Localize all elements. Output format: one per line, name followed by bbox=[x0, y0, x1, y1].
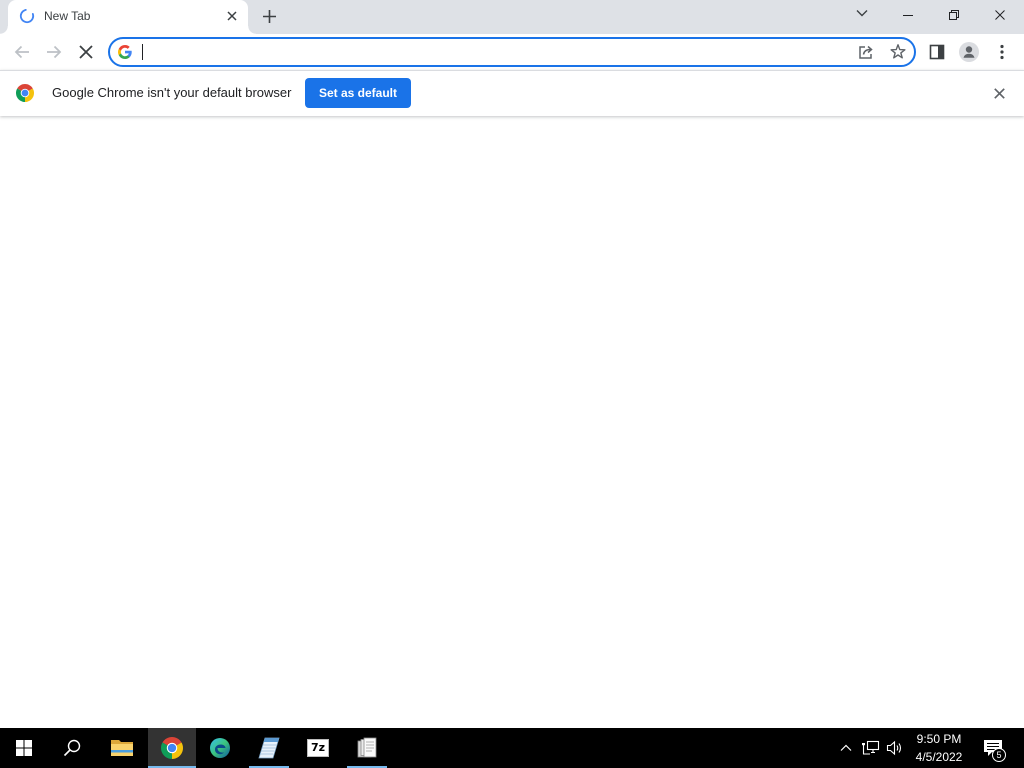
tab-active[interactable]: New Tab bbox=[0, 0, 256, 34]
arrow-right-icon bbox=[46, 44, 62, 60]
notepad-icon bbox=[258, 737, 280, 759]
window-close-button[interactable] bbox=[977, 0, 1023, 29]
arrow-left-icon bbox=[14, 44, 30, 60]
share-button[interactable] bbox=[854, 40, 878, 64]
network-icon bbox=[862, 740, 880, 756]
chevron-up-icon bbox=[840, 744, 852, 752]
side-panel-button[interactable] bbox=[923, 38, 951, 66]
tab-strip: New Tab bbox=[0, 0, 1024, 34]
show-hidden-icons-button[interactable] bbox=[834, 728, 858, 768]
taskbar-app-file-explorer[interactable] bbox=[98, 728, 146, 768]
omnibox[interactable] bbox=[108, 37, 916, 67]
network-button[interactable] bbox=[859, 728, 883, 768]
chevron-down-icon bbox=[856, 9, 868, 17]
infobar-message: Google Chrome isn't your default browser bbox=[52, 85, 292, 100]
default-browser-infobar: Google Chrome isn't your default browser… bbox=[0, 70, 1024, 116]
chrome-icon bbox=[161, 737, 183, 759]
set-as-default-button[interactable]: Set as default bbox=[305, 78, 411, 108]
plus-icon bbox=[262, 9, 276, 23]
new-tab-button[interactable] bbox=[255, 2, 283, 30]
notification-badge: 5 bbox=[992, 748, 1006, 762]
file-explorer-icon bbox=[110, 738, 134, 758]
kebab-menu-icon bbox=[1000, 44, 1004, 60]
search-icon bbox=[63, 739, 81, 757]
loading-spinner-icon bbox=[19, 8, 35, 24]
restore-icon bbox=[949, 9, 959, 20]
clock[interactable]: 9:50 PM 4/5/2022 bbox=[908, 728, 970, 768]
clock-date: 4/5/2022 bbox=[915, 750, 963, 764]
stop-button[interactable] bbox=[72, 38, 100, 66]
tab-title: New Tab bbox=[44, 9, 91, 23]
minimize-icon bbox=[903, 10, 913, 20]
forward-button[interactable] bbox=[40, 38, 68, 66]
share-icon bbox=[858, 44, 874, 60]
close-icon bbox=[227, 11, 237, 21]
clock-time: 9:50 PM bbox=[916, 732, 962, 746]
close-icon bbox=[993, 87, 1005, 99]
tab-search-button[interactable] bbox=[848, 0, 876, 26]
taskbar-app-chrome[interactable] bbox=[148, 728, 196, 768]
text-caret bbox=[142, 44, 143, 60]
taskbar-app-7zip[interactable]: 7z bbox=[294, 728, 342, 768]
address-input[interactable] bbox=[144, 39, 844, 65]
volume-icon bbox=[886, 740, 904, 756]
windows-start-icon bbox=[16, 740, 32, 756]
edge-icon bbox=[209, 737, 231, 759]
volume-button[interactable] bbox=[883, 728, 907, 768]
google-g-icon bbox=[118, 45, 132, 59]
chrome-logo-icon bbox=[16, 84, 34, 102]
taskbar-app-document[interactable] bbox=[343, 728, 391, 768]
star-icon bbox=[890, 44, 906, 60]
7zip-logo-text: 7z bbox=[310, 741, 326, 754]
bookmark-star-button[interactable] bbox=[886, 40, 910, 64]
taskbar-app-edge[interactable] bbox=[196, 728, 244, 768]
taskbar: 7z 9:50 PM 4/5/2022 5 bbox=[0, 728, 1024, 768]
menu-button[interactable] bbox=[988, 38, 1016, 66]
toolbar bbox=[0, 34, 1024, 70]
taskbar-app-notepad[interactable] bbox=[245, 728, 293, 768]
tab-close-button[interactable] bbox=[224, 8, 240, 24]
side-panel-icon bbox=[929, 44, 945, 60]
taskbar-search-button[interactable] bbox=[48, 728, 96, 768]
profile-button[interactable] bbox=[955, 38, 983, 66]
action-center-button[interactable]: 5 bbox=[972, 728, 1014, 768]
infobar-close-button[interactable] bbox=[988, 82, 1010, 104]
start-button[interactable] bbox=[0, 728, 48, 768]
stop-loading-icon bbox=[79, 45, 93, 59]
restore-button[interactable] bbox=[931, 0, 977, 29]
document-app-icon bbox=[356, 737, 378, 759]
close-icon bbox=[995, 9, 1005, 20]
7zip-icon: 7z bbox=[307, 739, 329, 757]
page-content bbox=[0, 117, 1024, 728]
minimize-button[interactable] bbox=[885, 0, 931, 29]
back-button[interactable] bbox=[8, 38, 36, 66]
avatar-icon bbox=[959, 42, 979, 62]
